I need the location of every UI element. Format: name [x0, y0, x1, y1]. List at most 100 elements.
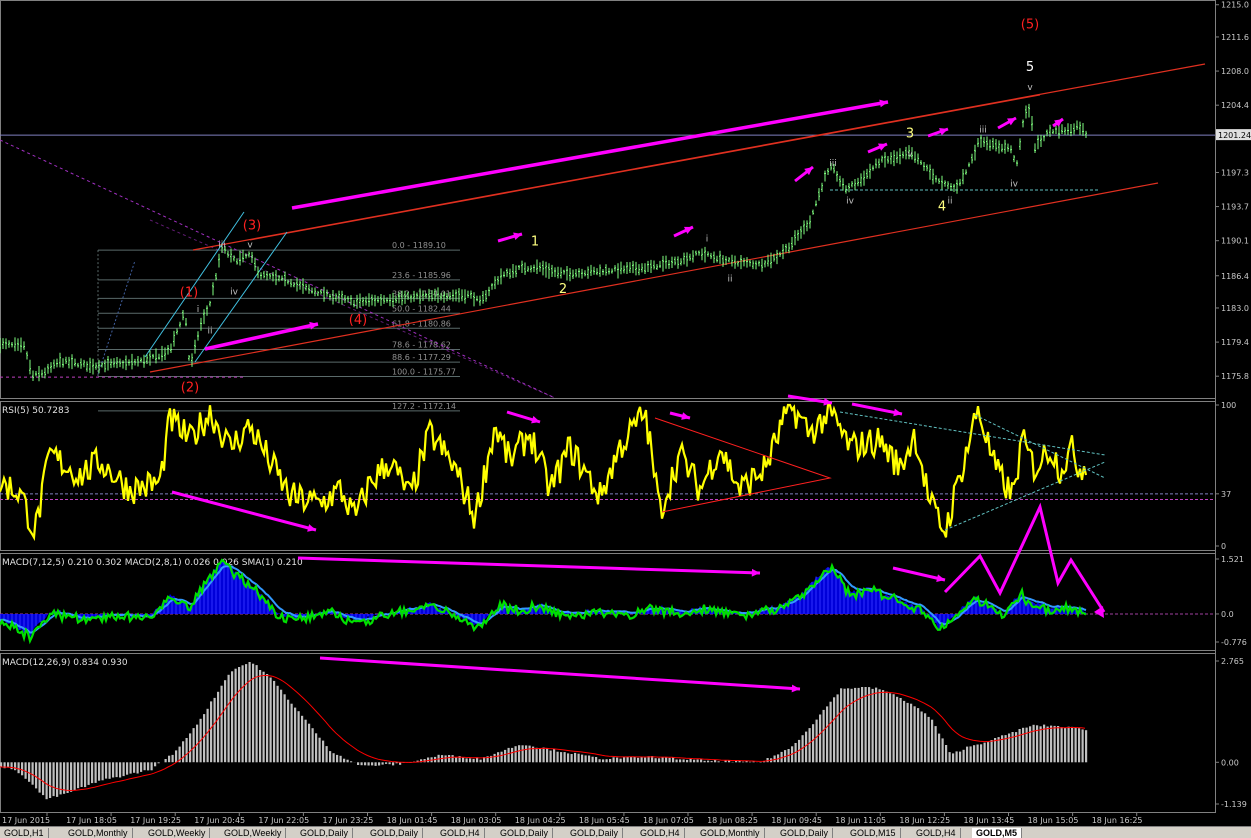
time-axis-label: 18 Jun 11:05	[835, 816, 886, 825]
macd-bar	[189, 733, 191, 762]
macd-bar	[340, 756, 342, 763]
macd-bar	[896, 697, 898, 762]
macd-bar	[504, 750, 506, 762]
macd-bar	[0, 762, 2, 767]
magenta-annotation-arrow	[852, 404, 902, 416]
macd-bar	[1022, 728, 1024, 762]
macd-bar	[88, 762, 90, 785]
rsi-tick-label: 0	[1221, 542, 1226, 551]
macd-bar	[231, 671, 233, 762]
macd-bar	[98, 762, 100, 780]
macd-bar	[998, 737, 1000, 762]
macd-bar	[382, 762, 384, 764]
time-axis-label: 18 Jun 09:45	[771, 816, 822, 825]
macd-bar	[592, 757, 594, 763]
macd-bar	[809, 728, 811, 762]
macd-bar	[819, 715, 821, 763]
macd-bar	[536, 748, 538, 763]
macd-bar	[249, 662, 251, 762]
macd-label: MACD(12,26,9) 0.834 0.930	[2, 658, 128, 668]
wave-label: iv	[230, 288, 239, 298]
macd-bar	[1068, 727, 1070, 763]
macd-bar	[511, 748, 513, 762]
macd-bar	[725, 761, 727, 763]
macd-bar	[774, 756, 776, 763]
macd-bar	[81, 762, 83, 787]
macd-bar	[630, 757, 632, 763]
macd-bar	[917, 708, 919, 762]
macd-bar	[991, 740, 993, 762]
macd-bar	[585, 755, 587, 762]
wave-label: iv	[846, 197, 855, 207]
price-tick-label: 1215.0	[1221, 1, 1249, 10]
time-axis-label: 17 Jun 18:05	[66, 816, 117, 825]
macd-bar	[767, 758, 769, 762]
price-tick-label: 1190.1	[1221, 237, 1249, 246]
magenta-annotation-arrow	[893, 568, 945, 582]
rsi-label: RSI(5) 50.7283	[2, 406, 69, 416]
macd-bar	[529, 746, 531, 763]
channel-line-mid	[250, 95, 1040, 240]
macd-bar	[602, 759, 604, 762]
macd-bar	[336, 755, 338, 762]
macd-bar	[130, 762, 132, 773]
macd-bar	[301, 716, 303, 762]
magenta-annotation-arrow	[670, 412, 690, 420]
descending-dashed-line	[0, 140, 555, 398]
macd-bar	[1064, 728, 1066, 762]
fib-level-label: 0.0 - 1189.10	[392, 241, 446, 250]
macd-bar	[235, 669, 237, 763]
macdf-zigzag-arrowhead	[1094, 606, 1104, 618]
macd-bar	[214, 698, 216, 762]
macd-bar	[560, 752, 562, 762]
macd-bar	[907, 703, 909, 762]
macd-bar	[700, 759, 702, 762]
macd-bar	[501, 752, 503, 763]
macd-bar	[676, 760, 678, 763]
macd-bar	[172, 755, 174, 762]
macd-bar	[455, 757, 457, 762]
time-axis-label: 17 Jun 19:25	[130, 816, 181, 825]
time-axis-label: 17 Jun 2015	[2, 816, 50, 825]
macd-bar	[882, 690, 884, 762]
macd-bar	[1071, 727, 1073, 762]
macd-bar	[977, 745, 979, 763]
macd-bar	[735, 761, 737, 762]
macd-bar	[508, 748, 510, 762]
macd-bar	[704, 761, 706, 763]
macd-bar	[210, 701, 212, 762]
macd-bar	[18, 762, 20, 773]
time-axis-label: 17 Jun 22:05	[258, 816, 309, 825]
macd-bar	[151, 762, 153, 770]
chart-canvas[interactable]: 1215.01211.61208.01204.41201.241197.3119…	[0, 0, 1251, 826]
macd-bar	[1054, 726, 1056, 762]
rsi-trend-dashed	[945, 462, 1105, 530]
macd-bar	[280, 690, 282, 763]
macd-bar	[445, 755, 447, 762]
macd-tick-label: 2.765	[1221, 657, 1244, 666]
macdf-tick-label: 1.521	[1221, 555, 1244, 564]
macd-bar	[872, 689, 874, 762]
macd-bar	[74, 762, 76, 790]
macd-bar	[658, 758, 660, 762]
magenta-annotation-arrow	[320, 658, 800, 692]
macd-bar	[966, 747, 968, 763]
macd-bar	[1019, 729, 1021, 762]
macd-bar	[116, 762, 118, 777]
fib-level-label: 100.0 - 1175.77	[392, 367, 456, 376]
macd-bar	[662, 757, 664, 762]
symbol-tab-bar: GOLD,H1GOLD,MonthlyGOLD,WeeklyGOLD,Weekl…	[0, 826, 1251, 838]
time-axis-label: 18 Jun 15:05	[1028, 816, 1079, 825]
macd-bar	[305, 720, 307, 763]
macd-bar	[711, 761, 713, 762]
macd-bar	[980, 744, 982, 762]
macd-bar	[193, 728, 195, 762]
macd-bar	[350, 761, 352, 762]
macd-bar	[497, 752, 499, 762]
macdf-main-line	[0, 560, 1086, 641]
macd-bar	[77, 762, 79, 788]
magenta-annotation-arrow	[868, 144, 887, 152]
macd-bar	[312, 728, 314, 762]
magenta-annotation-arrow	[292, 100, 888, 208]
macd-bar	[620, 759, 622, 763]
